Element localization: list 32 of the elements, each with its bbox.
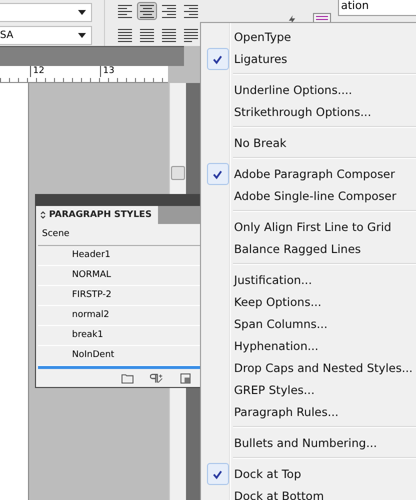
caret-icon — [78, 10, 86, 15]
menu-item[interactable]: Ligatures — [201, 48, 416, 70]
align-button[interactable] — [181, 2, 201, 20]
menu-item[interactable]: No Break — [201, 132, 416, 154]
ruler-label: 12 — [30, 66, 46, 77]
menu-item[interactable]: Paragraph Rules... — [201, 401, 416, 423]
menu-item[interactable]: Dock at Top — [201, 463, 416, 485]
align-button[interactable] — [181, 26, 201, 44]
menu-item[interactable]: GREP Styles... — [201, 379, 416, 401]
collapse-icon — [40, 211, 46, 219]
dropdown-field[interactable]: SA — [0, 26, 92, 45]
dropdown-field[interactable] — [0, 3, 92, 22]
ruler-label: 13 — [100, 66, 116, 77]
menu-item[interactable]: Adobe Single-line Composer — [201, 185, 416, 207]
menu-item[interactable]: OpenType — [201, 26, 416, 48]
align-button[interactable] — [159, 2, 179, 20]
new-style-icon[interactable] — [150, 372, 163, 384]
folder-icon[interactable] — [121, 372, 134, 384]
menu-item[interactable]: Bullets and Numbering... — [201, 432, 416, 454]
align-button[interactable] — [115, 26, 135, 44]
caret-icon — [78, 33, 86, 38]
panel-tab[interactable]: PARAGRAPH STYLES — [36, 206, 158, 224]
menu-item[interactable]: Dock at Bottom — [201, 485, 416, 500]
align-button[interactable] — [115, 2, 135, 20]
align-button[interactable] — [137, 2, 157, 20]
menu-item[interactable]: Underline Options.... — [201, 79, 416, 101]
align-button[interactable] — [159, 26, 179, 44]
menu-item[interactable]: Adobe Paragraph Composer — [201, 163, 416, 185]
align-button[interactable] — [137, 26, 157, 44]
panel-tab[interactable]: ation — [338, 0, 416, 16]
new-item-icon[interactable] — [179, 372, 192, 384]
menu-item[interactable]: Strikethrough Options... — [201, 101, 416, 123]
